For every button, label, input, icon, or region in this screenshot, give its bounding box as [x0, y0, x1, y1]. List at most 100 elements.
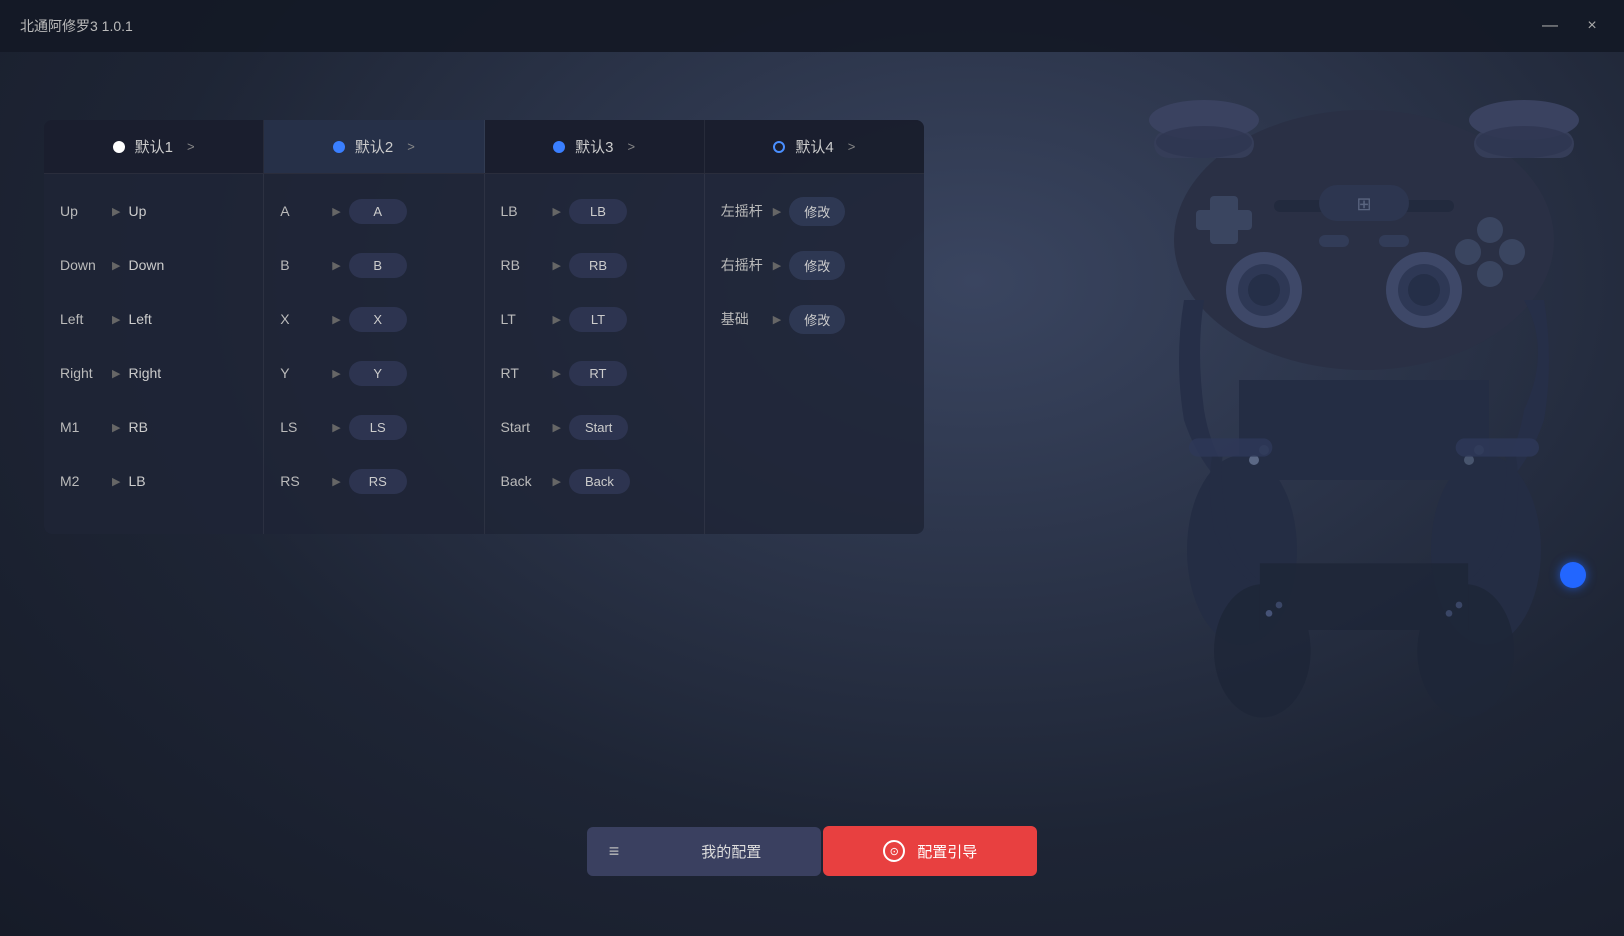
arrow-lb: ▶: [553, 205, 561, 218]
arrow-b: ▶: [332, 259, 340, 272]
modify-lstick-button[interactable]: 修改: [789, 197, 845, 226]
map-label-m1: M1: [60, 419, 104, 435]
arrow-ls: ▶: [332, 421, 340, 434]
arrow-basic: ▶: [773, 313, 781, 326]
map-row-left: Left ▶ Left: [44, 292, 263, 346]
map-label-y: Y: [280, 365, 324, 381]
modify-basic-button[interactable]: 修改: [789, 305, 845, 334]
tab2-arrow: >: [407, 139, 415, 154]
map-label-lt: LT: [501, 311, 545, 327]
menu-button[interactable]: ≡: [587, 827, 642, 876]
map-value-start[interactable]: Start: [569, 415, 628, 440]
map-label-b: B: [280, 257, 324, 273]
arrow-back: ▶: [553, 475, 561, 488]
map-value-y[interactable]: Y: [349, 361, 407, 386]
map-value-m1: RB: [128, 419, 147, 435]
map-label-lb: LB: [501, 203, 545, 219]
arrow-rt: ▶: [553, 367, 561, 380]
map-label-lstick: 左摇杆: [721, 201, 765, 221]
my-config-button[interactable]: 我的配置: [641, 827, 821, 876]
guide-label: 配置引导: [917, 841, 977, 862]
col-advanced: 左摇杆 ▶ 修改 右摇杆 ▶ 修改 基础 ▶ 修改: [705, 174, 924, 534]
map-label-m2: M2: [60, 473, 104, 489]
map-row-rt: RT ▶ RT: [485, 346, 704, 400]
guide-icon: ⊙: [883, 840, 905, 862]
map-value-ls[interactable]: LS: [349, 415, 407, 440]
map-label-up: Up: [60, 203, 104, 219]
map-value-x[interactable]: X: [349, 307, 407, 332]
arrow-left: ▶: [112, 313, 120, 326]
tab4-dot: [773, 141, 785, 153]
arrow-lstick: ▶: [773, 205, 781, 218]
modify-rstick-button[interactable]: 修改: [789, 251, 845, 280]
map-value-back[interactable]: Back: [569, 469, 630, 494]
tab1-label: 默认1: [135, 136, 173, 157]
map-label-rt: RT: [501, 365, 545, 381]
map-label-rs: RS: [280, 473, 324, 489]
tab4-label: 默认4: [795, 136, 833, 157]
map-value-rs[interactable]: RS: [349, 469, 407, 494]
close-button[interactable]: ×: [1580, 14, 1604, 38]
columns-row: Up ▶ Up Down ▶ Down Left ▶ Left Right ▶ …: [44, 174, 924, 534]
map-row-x: X ▶ X: [264, 292, 483, 346]
tab3-dot: [553, 141, 565, 153]
map-row-start: Start ▶ Start: [485, 400, 704, 454]
map-row-y: Y ▶ Y: [264, 346, 483, 400]
map-row-rs: RS ▶ RS: [264, 454, 483, 508]
tab-default4[interactable]: 默认4 >: [705, 120, 924, 173]
map-row-right: Right ▶ Right: [44, 346, 263, 400]
map-value-up: Up: [128, 203, 146, 219]
map-row-b: B ▶ B: [264, 238, 483, 292]
mapping-container: 默认1 > 默认2 > 默认3 > 默认4 > Up ▶ Up: [44, 120, 924, 534]
map-row-m1: M1 ▶ RB: [44, 400, 263, 454]
arrow-lt: ▶: [553, 313, 561, 326]
config-guide-button[interactable]: ⊙ 配置引导: [823, 826, 1037, 876]
arrow-start: ▶: [553, 421, 561, 434]
tab1-dot: [113, 141, 125, 153]
map-value-b[interactable]: B: [349, 253, 407, 278]
arrow-right: ▶: [112, 367, 120, 380]
map-row-ls: LS ▶ LS: [264, 400, 483, 454]
tab2-dot: [333, 141, 345, 153]
map-label-ls: LS: [280, 419, 324, 435]
arrow-x: ▶: [332, 313, 340, 326]
arrow-rs: ▶: [332, 475, 340, 488]
col-face: A ▶ A B ▶ B X ▶ X Y ▶ Y LS ▶ LS: [264, 174, 484, 534]
cursor-dot: [1560, 562, 1586, 588]
map-row-lb: LB ▶ LB: [485, 184, 704, 238]
tab3-label: 默认3: [575, 136, 613, 157]
tab-default2[interactable]: 默认2 >: [264, 120, 484, 173]
controller-illustration: ⊞: [1124, 80, 1604, 780]
map-value-lb[interactable]: LB: [569, 199, 627, 224]
arrow-rstick: ▶: [773, 259, 781, 272]
tab-default1[interactable]: 默认1 >: [44, 120, 264, 173]
map-row-down: Down ▶ Down: [44, 238, 263, 292]
arrow-y: ▶: [332, 367, 340, 380]
tab3-arrow: >: [628, 139, 636, 154]
map-label-basic: 基础: [721, 309, 765, 329]
map-value-rt[interactable]: RT: [569, 361, 627, 386]
controller-svg-bottom: [1164, 420, 1564, 740]
map-value-lt[interactable]: LT: [569, 307, 627, 332]
app-title: 北通阿修罗3 1.0.1: [20, 16, 133, 36]
map-label-down: Down: [60, 257, 104, 273]
map-row-lstick: 左摇杆 ▶ 修改: [705, 184, 924, 238]
map-row-a: A ▶ A: [264, 184, 483, 238]
minimize-button[interactable]: —: [1538, 14, 1562, 38]
map-label-rstick: 右摇杆: [721, 255, 765, 275]
col-shoulder: LB ▶ LB RB ▶ RB LT ▶ LT RT ▶ RT Start ▶: [485, 174, 705, 534]
map-value-a[interactable]: A: [349, 199, 407, 224]
map-label-start: Start: [501, 419, 545, 435]
arrow-rb: ▶: [553, 259, 561, 272]
svg-text:⊞: ⊞: [1356, 194, 1371, 214]
map-value-down: Down: [128, 257, 164, 273]
map-row-up: Up ▶ Up: [44, 184, 263, 238]
map-value-rb[interactable]: RB: [569, 253, 627, 278]
bottom-bar: ≡ 我的配置 ⊙ 配置引导: [0, 826, 1624, 876]
map-label-a: A: [280, 203, 324, 219]
arrow-a: ▶: [332, 205, 340, 218]
tab-default3[interactable]: 默认3 >: [485, 120, 705, 173]
tabs-row: 默认1 > 默认2 > 默认3 > 默认4 >: [44, 120, 924, 174]
arrow-up: ▶: [112, 205, 120, 218]
tab2-label: 默认2: [355, 136, 393, 157]
